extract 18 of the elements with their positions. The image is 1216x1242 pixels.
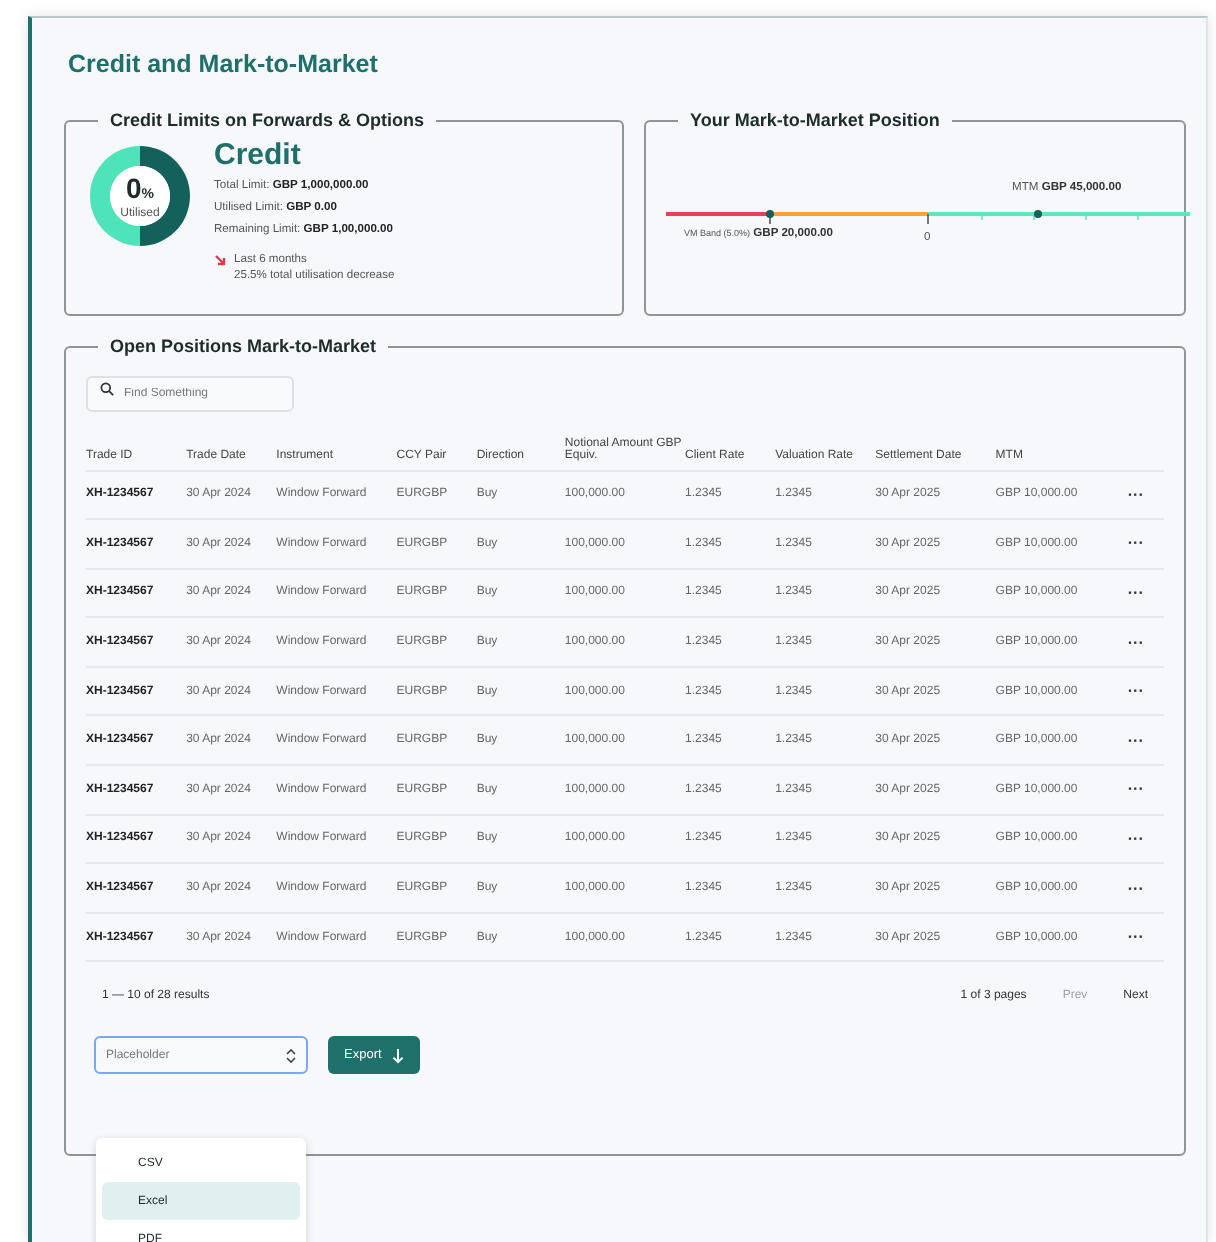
panel-title: Credit Limits on Forwards & Options [108,110,427,130]
credit-heading: Credit [214,138,303,172]
row-menu-button[interactable]: ··· [1127,485,1144,504]
row-menu-button[interactable]: ··· [1127,829,1144,848]
row-menu-button[interactable]: ··· [1127,780,1144,799]
row-menu-button[interactable]: ··· [1127,534,1144,553]
row-menu-button[interactable]: ··· [1127,633,1144,652]
page-title: Credit and Mark-to-Market [68,50,380,78]
donut-drawing [86,142,194,250]
row-menu-button[interactable]: ··· [1127,682,1144,701]
row-menu-button[interactable]: ··· [1127,731,1144,750]
chevron-icon [286,1047,296,1064]
row-menu-button[interactable]: ··· [1127,583,1144,602]
panel-title: Open Positions Mark-to-Market [108,336,379,356]
download-arrow-icon [391,1047,404,1064]
row-menu-button[interactable]: ··· [1127,879,1144,898]
row-menu-button[interactable]: ··· [1127,928,1144,947]
panel-title: Your Mark-to-Market Position [688,110,942,130]
